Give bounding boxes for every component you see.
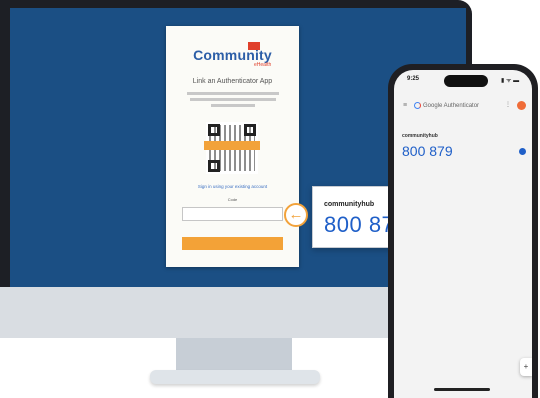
add-code-icon[interactable]: + — [520, 358, 532, 376]
status-icons: ▮ ᯤ ▬ — [501, 78, 520, 84]
status-time: 9:25 — [407, 76, 420, 82]
community-logo: Community — [193, 47, 272, 63]
authenticator-setup-card: Community eHealth Link an Authenticator … — [166, 26, 299, 267]
qr-finder — [208, 124, 220, 136]
card-title: Link an Authenticator App — [192, 78, 273, 85]
timer-icon — [519, 148, 526, 155]
code-input[interactable] — [183, 213, 282, 226]
app-title: Google Authenticator — [414, 102, 479, 109]
phone-screen: 9:25 ▮ ᯤ ▬ ≡ Google Authenticator ⋮ comm… — [394, 70, 532, 398]
existing-account-link[interactable]: Sign in using your existing account — [166, 184, 299, 189]
qr-finder — [244, 124, 256, 136]
arrow-left-icon: ← — [284, 203, 308, 227]
google-logo-icon — [414, 102, 421, 109]
more-icon[interactable]: ⋮ — [505, 101, 511, 108]
phone: 9:25 ▮ ᯤ ▬ ≡ Google Authenticator ⋮ comm… — [388, 64, 538, 398]
popup-account-name: communityhub — [324, 201, 375, 208]
logo-subtitle: eHealth — [254, 62, 272, 68]
monitor-base — [150, 370, 320, 384]
dynamic-island — [444, 75, 488, 87]
account-name: communityhub — [402, 133, 438, 139]
avatar[interactable] — [517, 101, 526, 110]
instructions-text — [186, 92, 279, 110]
qr-code — [204, 122, 260, 174]
app-bar: ≡ Google Authenticator ⋮ — [394, 98, 532, 114]
otp-code[interactable]: 800 879 — [402, 143, 453, 159]
submit-button[interactable] — [182, 237, 283, 250]
qr-highlight-band — [204, 141, 260, 150]
code-input-wrapper[interactable] — [182, 207, 283, 226]
menu-icon[interactable]: ≡ — [403, 102, 407, 109]
app-title-text: Google Authenticator — [423, 103, 480, 110]
code-label: Code — [227, 197, 238, 202]
home-indicator — [434, 388, 490, 391]
qr-finder — [208, 160, 220, 172]
